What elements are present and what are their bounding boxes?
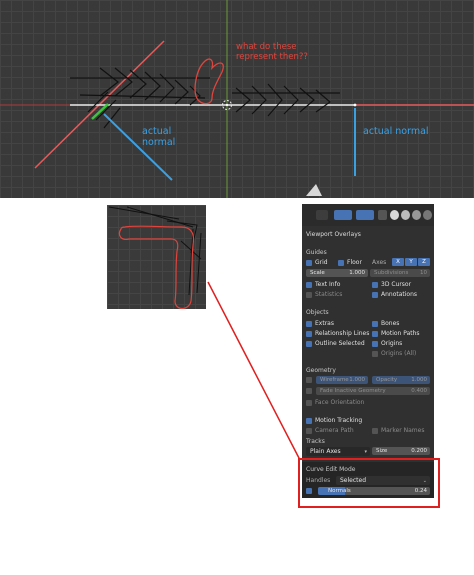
axis-x-toggle[interactable]: X [392, 258, 404, 266]
annotations-checkbox[interactable]: Annotations [372, 291, 417, 298]
motion-tracking-checkbox[interactable]: Motion Tracking [306, 417, 362, 424]
partial-object [306, 184, 322, 196]
question-annotation-2: represent then?? [236, 52, 308, 62]
checkmark-icon [306, 340, 312, 347]
zoomed-inset [107, 205, 206, 310]
geometry-heading: Geometry [306, 367, 336, 374]
checkmark-icon [372, 281, 378, 288]
normals-right [232, 83, 340, 117]
origins-all-checkbox[interactable]: Origins (All) [372, 350, 416, 357]
header-toolbar [302, 204, 434, 226]
checkmark-icon [338, 259, 344, 266]
statistics-checkbox[interactable]: Statistics [306, 291, 342, 298]
scale-field[interactable]: Scale 1.000 [306, 269, 368, 277]
normals-left-diagonal [87, 91, 121, 129]
viewport-overlays-panel: Viewport Overlays Guides Grid Floor Axes… [302, 204, 434, 498]
guides-heading: Guides [306, 249, 327, 256]
control-point [353, 103, 357, 107]
xray-icon[interactable] [378, 210, 387, 220]
inset-drawing [108, 206, 202, 310]
outline-selected-checkbox[interactable]: Outline Selected [306, 340, 365, 347]
normals-left [70, 67, 210, 106]
checkmark-icon [372, 320, 378, 327]
overlay-toggle-icon[interactable] [316, 210, 328, 220]
checkmark-icon [372, 291, 378, 298]
wireframe-field[interactable]: Wireframe 1.000 [316, 376, 368, 384]
curve-edit-highlight-box [298, 458, 440, 508]
fade-inactive-checkbox[interactable] [306, 388, 312, 394]
axis-y-toggle[interactable]: Y [405, 258, 417, 266]
checkmark-icon [306, 320, 312, 327]
checkmark-icon [372, 330, 378, 337]
grid-checkbox[interactable]: Grid [306, 259, 328, 266]
actual-normal-right: actual normal [363, 126, 429, 137]
subdivisions-field[interactable]: Subdivisions 10 [370, 269, 430, 277]
camera-path-checkbox[interactable]: Camera Path [306, 427, 354, 434]
solid-shading-icon[interactable] [401, 210, 410, 220]
actual-normal-left-2: normal [142, 137, 176, 148]
question-annotation-1: what do these [236, 42, 297, 52]
axis-z-toggle[interactable]: Z [418, 258, 430, 266]
objects-heading: Objects [306, 309, 329, 316]
overlays-dropdown-icon[interactable] [356, 210, 374, 220]
tracks-size-field[interactable]: Size 0.200 [372, 447, 430, 455]
checkmark-icon [306, 281, 312, 288]
viewport-drawing [0, 0, 474, 198]
3d-viewport[interactable]: what do these represent then?? actual no… [0, 0, 474, 198]
face-orientation-checkbox[interactable]: Face Orientation [306, 399, 364, 406]
actual-normal-left-1: actual [142, 126, 172, 137]
checkmark-icon [306, 330, 312, 337]
gizmo-icon[interactable] [334, 210, 352, 220]
chevron-down-icon: ▾ [364, 448, 367, 455]
panel-title: Viewport Overlays [306, 231, 361, 238]
3d-cursor-checkbox[interactable]: 3D Cursor [372, 281, 411, 288]
relationship-lines-checkbox[interactable]: Relationship Lines [306, 330, 369, 337]
bones-checkbox[interactable]: Bones [372, 320, 399, 327]
tracks-dropdown[interactable]: Plain Axes ▾ [306, 447, 370, 456]
tracks-heading: Tracks [306, 438, 325, 445]
checkmark-icon [372, 340, 378, 347]
floor-checkbox[interactable]: Floor [338, 259, 362, 266]
checkmark-icon [306, 417, 312, 424]
marker-names-checkbox[interactable]: Marker Names [372, 427, 424, 434]
checkmark-icon [306, 259, 312, 266]
wireframe-shading-icon[interactable] [390, 210, 399, 220]
fade-inactive-field[interactable]: Fade Inactive Geometry 0.400 [316, 387, 430, 395]
material-preview-icon[interactable] [412, 210, 421, 220]
wireframe-checkbox[interactable] [306, 377, 312, 383]
text-info-checkbox[interactable]: Text Info [306, 281, 340, 288]
axes-label: Axes [372, 259, 387, 266]
extras-checkbox[interactable]: Extras [306, 320, 334, 327]
origins-checkbox[interactable]: Origins [372, 340, 402, 347]
motion-paths-checkbox[interactable]: Motion Paths [372, 330, 420, 337]
rendered-shading-icon[interactable] [423, 210, 432, 220]
inset-red-scribble [118, 225, 195, 310]
opacity-field[interactable]: Opacity 1.000 [372, 376, 430, 384]
3d-cursor-dot [225, 103, 229, 107]
